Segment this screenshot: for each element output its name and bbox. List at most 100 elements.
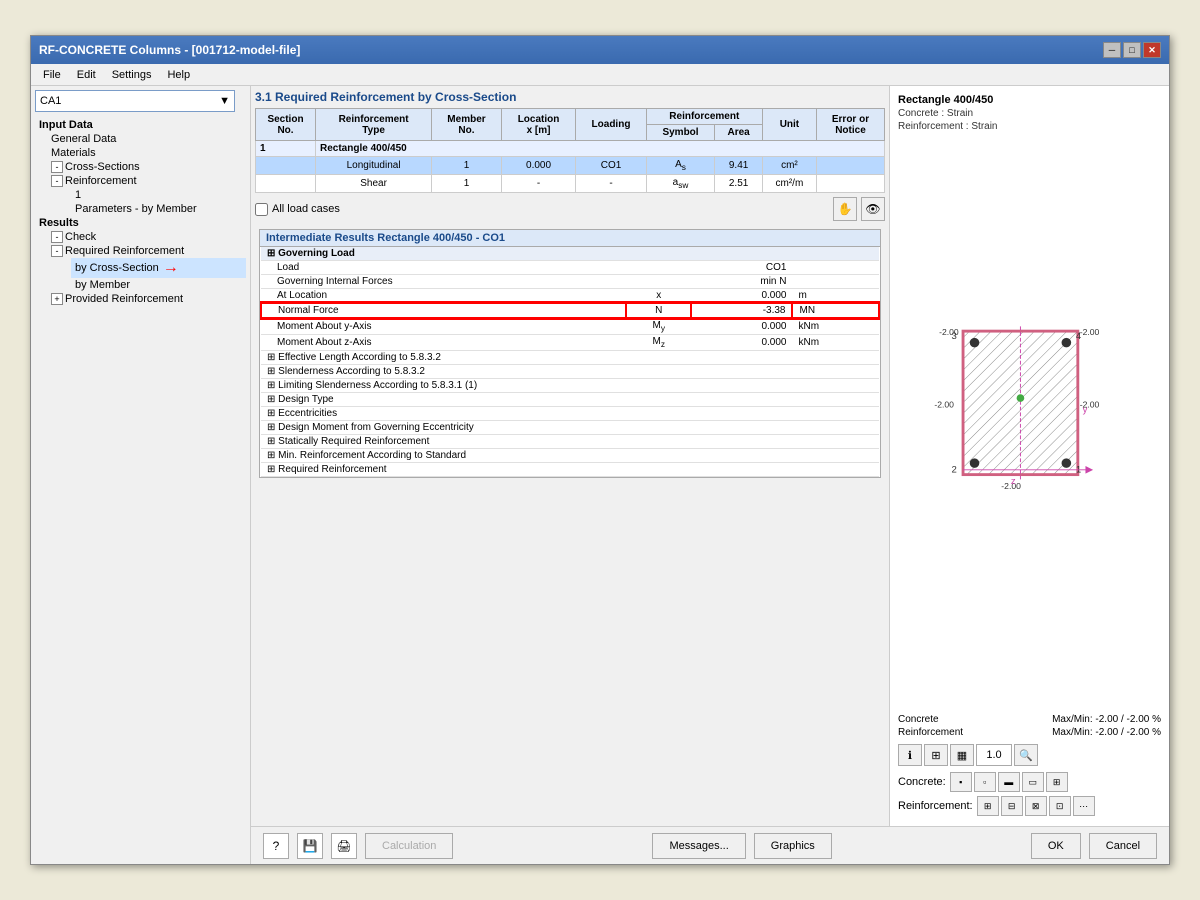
reinforcement-btn-4[interactable]: ⊡ [1049, 796, 1071, 816]
minimize-button[interactable]: ─ [1103, 42, 1121, 58]
reinforcement-btn-1[interactable]: ⊞ [977, 796, 999, 816]
cell-type: Longitudinal [316, 157, 432, 175]
sidebar-item-by-cross-section[interactable]: by Cross-Section → [71, 258, 246, 278]
sidebar-item-parameters-by-member[interactable]: Parameters - by Member [71, 202, 246, 216]
sidebar-item-cross-sections[interactable]: -Cross-Sections [47, 160, 246, 174]
table-row[interactable]: Limiting Slenderness According to 5.8.3.… [261, 379, 879, 393]
cell-col3: -3.38 [691, 303, 792, 318]
cell-col3: 0.000 [691, 289, 792, 304]
cell-label: Normal Force [261, 303, 626, 318]
ca-dropdown[interactable]: CA1 ▼ [35, 90, 235, 112]
menu-help[interactable]: Help [159, 67, 198, 83]
tree-results: Results [35, 216, 246, 230]
info-button[interactable]: ℹ [898, 744, 922, 766]
cell-section: 1 [256, 141, 316, 157]
cell-expandable: Required Reinforcement [261, 463, 879, 477]
concrete-btn-1[interactable]: ▪ [950, 772, 972, 792]
cell-expandable: Min. Reinforcement According to Standard [261, 449, 879, 463]
concrete-btn-4[interactable]: ▭ [1022, 772, 1044, 792]
help-icon-button[interactable]: ? [263, 833, 289, 859]
maximize-button[interactable]: □ [1123, 42, 1141, 58]
sidebar-item-provided-reinforcement[interactable]: +Provided Reinforcement [47, 292, 246, 306]
reinforcement-btn-5[interactable]: ⋯ [1073, 796, 1095, 816]
section-title: 3.1 Required Reinforcement by Cross-Sect… [255, 90, 885, 104]
cell-member: 1 [432, 157, 502, 175]
cell-section [256, 175, 316, 193]
table-row[interactable]: Slenderness According to 5.8.3.2 [261, 365, 879, 379]
chevron-down-icon: ▼ [219, 95, 230, 107]
graphics-button[interactable]: Graphics [754, 833, 832, 859]
table-row[interactable]: Design Type [261, 393, 879, 407]
sidebar-item-reinforcement-1[interactable]: 1 [71, 188, 246, 202]
sidebar-item-check[interactable]: -Check [47, 230, 246, 244]
expand-icon[interactable]: - [51, 175, 63, 187]
menu-settings[interactable]: Settings [104, 67, 160, 83]
sidebar-item-required-reinforcement[interactable]: -Required Reinforcement [47, 244, 246, 258]
expand-icon[interactable]: - [51, 161, 63, 173]
cursor-icon-button[interactable]: ✋ [833, 197, 857, 221]
sidebar-item-materials[interactable]: Materials [47, 146, 246, 160]
cell-loading: - [576, 175, 646, 193]
table-row[interactable]: Shear 1 - - asw 2.51 cm²/m [256, 175, 885, 193]
print-icon-button[interactable]: 🖨 [331, 833, 357, 859]
col-c-header: MemberNo. [432, 109, 502, 141]
table-row: ⊞ Governing Load [261, 247, 879, 261]
cs-subtitle-2: Reinforcement : Strain [898, 121, 1161, 132]
table-row[interactable]: Min. Reinforcement According to Standard [261, 449, 879, 463]
reinforcement-btn-2[interactable]: ⊟ [1001, 796, 1023, 816]
cell-location: 0.000 [501, 157, 576, 175]
view-icon-button[interactable]: 👁 [861, 197, 885, 221]
expand-icon[interactable]: + [51, 293, 63, 305]
cell-col4 [792, 261, 879, 275]
zoom-button[interactable]: 🔍 [1014, 744, 1038, 766]
concrete-btn-2[interactable]: ▫ [974, 772, 996, 792]
ok-button[interactable]: OK [1031, 833, 1081, 859]
table-row[interactable]: Effective Length According to 5.8.3.2 [261, 351, 879, 365]
table-row[interactable]: Design Moment from Governing Eccentricit… [261, 421, 879, 435]
reinforcement-btn-3[interactable]: ⊠ [1025, 796, 1047, 816]
reinforcement-btn-group: ⊞ ⊟ ⊠ ⊡ ⋯ [977, 796, 1095, 816]
concrete-btn-5[interactable]: ⊞ [1046, 772, 1068, 792]
save-icon-button[interactable]: 💾 [297, 833, 323, 859]
expand-icon[interactable]: - [51, 231, 63, 243]
table-view-button[interactable]: ⊞ [924, 744, 948, 766]
cell-col2: x [626, 289, 691, 304]
menu-file[interactable]: File [35, 67, 69, 83]
cs-concrete-label: Concrete [898, 714, 939, 725]
sidebar-item-by-member[interactable]: by Member [71, 278, 246, 292]
table-row[interactable]: Required Reinforcement [261, 463, 879, 477]
cell-loading: CO1 [576, 157, 646, 175]
title-bar: RF-CONCRETE Columns - [001712-model-file… [31, 36, 1169, 64]
close-button[interactable]: ✕ [1143, 42, 1161, 58]
cell-col4: m [792, 289, 879, 304]
calculation-button[interactable]: Calculation [365, 833, 453, 859]
concrete-btn-3[interactable]: ▬ [998, 772, 1020, 792]
grid-view-button[interactable]: ▦ [950, 744, 974, 766]
checkbox-row: All load cases ✋ 👁 [255, 193, 885, 225]
action-buttons: ✋ 👁 [833, 197, 885, 221]
table-row: Moment About y-Axis My 0.000 kNm [261, 318, 879, 335]
cell-col4: kNm [792, 318, 879, 335]
table-row[interactable]: Longitudinal 1 0.000 CO1 As 9.41 cm² [256, 157, 885, 175]
zoom-input[interactable] [976, 744, 1012, 766]
col-symbol-header: Symbol [646, 125, 715, 141]
intermediate-results: Intermediate Results Rectangle 400/450 -… [259, 229, 881, 478]
cs-footer: Concrete Max/Min: -2.00 / -2.00 % Reinfo… [898, 714, 1161, 740]
cell-expandable: Design Moment from Governing Eccentricit… [261, 421, 879, 435]
menu-edit[interactable]: Edit [69, 67, 104, 83]
messages-button[interactable]: Messages... [652, 833, 745, 859]
table-row[interactable]: Eccentricities [261, 407, 879, 421]
cancel-button[interactable]: Cancel [1089, 833, 1157, 859]
sidebar-item-general-data[interactable]: General Data [47, 132, 246, 146]
cell-expandable: Effective Length According to 5.8.3.2 [261, 351, 879, 365]
cs-controls: ℹ ⊞ ▦ 🔍 [898, 744, 1161, 766]
all-load-cases-checkbox[interactable] [255, 203, 268, 216]
expand-icon[interactable]: - [51, 245, 63, 257]
table-row: 1 Rectangle 400/450 [256, 141, 885, 157]
cross-section-panel: Rectangle 400/450 Concrete : Strain Rein… [889, 86, 1169, 826]
table-row[interactable]: Statically Required Reinforcement [261, 435, 879, 449]
sidebar-item-reinforcement[interactable]: -Reinforcement [47, 174, 246, 188]
table-row: Moment About z-Axis Mz 0.000 kNm [261, 335, 879, 351]
rebar-tr [1061, 338, 1071, 348]
cell-label: Load [261, 261, 626, 275]
